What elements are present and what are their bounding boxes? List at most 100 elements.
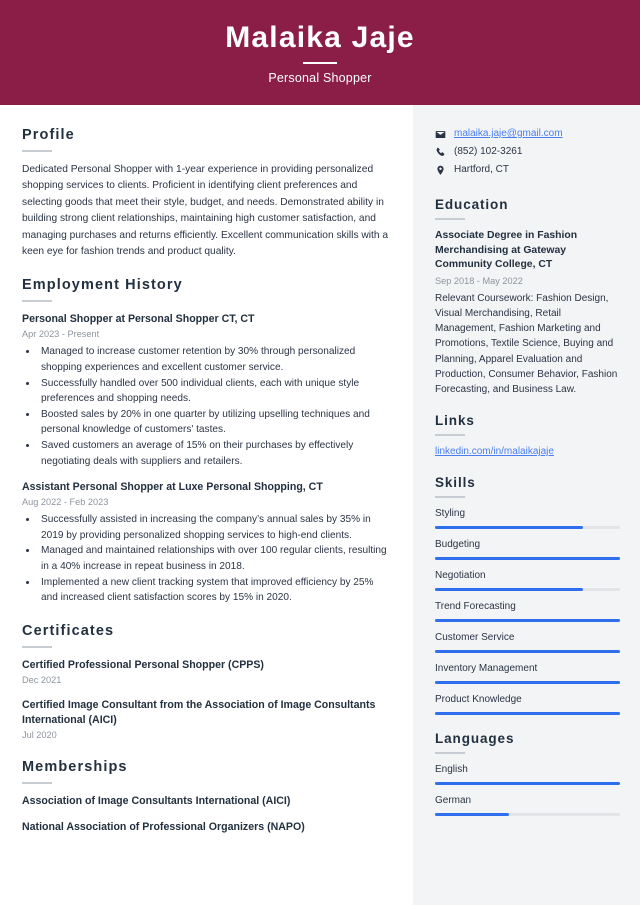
header-divider — [303, 61, 337, 64]
sidebar-column: malaika.jaje@gmail.com (852) 102-3261 Hart… — [413, 105, 640, 905]
contact-link[interactable]: malaika.jaje@gmail.com — [454, 127, 563, 141]
certificates-heading: Certificates — [22, 622, 115, 639]
heading-underline — [435, 434, 465, 437]
skill-track — [435, 557, 620, 561]
skill-label: Budgeting — [435, 539, 481, 551]
skills-list: Styling Budgeting Negotiation Trend Forecas… — [435, 507, 620, 716]
skill-item: Styling — [435, 507, 620, 530]
skill-fill — [435, 588, 583, 592]
phone-icon — [435, 147, 446, 158]
job-bullet: Managed to increase customer retention b… — [38, 344, 391, 375]
job-bullet: Boosted sales by 20% in one quarter by u… — [38, 407, 391, 438]
contact-list: malaika.jaje@gmail.com (852) 102-3261 Hart… — [435, 127, 620, 177]
profile-link[interactable]: linkedin.com/in/malaikajaje — [435, 445, 620, 459]
languages-list: English German — [435, 763, 620, 817]
skill-track — [435, 650, 620, 654]
contact-row: (852) 102-3261 — [435, 145, 620, 159]
skill-label: Customer Service — [435, 632, 515, 644]
skill-fill — [435, 557, 620, 561]
resume-page: Malaika Jaje Personal Shopper Profile De… — [0, 0, 640, 905]
heading-underline — [22, 645, 52, 648]
skill-fill — [435, 526, 583, 530]
job-bullet: Saved customers an average of 15% on the… — [38, 438, 391, 469]
language-label: German — [435, 795, 472, 807]
skill-fill — [435, 619, 620, 623]
contact-row: Hartford, CT — [435, 163, 620, 177]
language-fill — [435, 782, 620, 786]
language-track — [435, 813, 620, 817]
job-bullet: Successfully assisted in increasing the … — [38, 512, 391, 543]
contact-text: Hartford, CT — [454, 164, 510, 175]
candidate-role: Personal Shopper — [268, 70, 372, 85]
heading-underline — [435, 218, 465, 220]
language-fill — [435, 813, 509, 817]
links-section: Links linkedin.com/in/malaikajaje — [435, 413, 620, 459]
location-pin-icon — [435, 165, 446, 176]
job-bullets: Managed to increase customer retention b… — [38, 344, 391, 469]
links-heading: Links — [435, 413, 475, 429]
heading-underline — [22, 150, 52, 152]
certificates-section: Certificates Certified Professional Pers… — [22, 623, 391, 742]
skill-label: Inventory Management — [435, 663, 538, 675]
skills-section: Skills Styling Budgeting Negotiation Trend … — [435, 475, 620, 716]
education-heading: Education — [435, 197, 509, 212]
memberships-section: Memberships Association of Image Consult… — [22, 759, 391, 835]
skill-item: Budgeting — [435, 538, 620, 561]
languages-heading: Languages — [435, 731, 515, 747]
membership-title: Association of Image Consultants Interna… — [22, 794, 291, 807]
skill-fill — [435, 712, 620, 716]
contact-text: (852) 102-3261 — [454, 146, 523, 157]
skill-track — [435, 681, 620, 685]
education-section: Education Associate Degree in Fashion Me… — [435, 197, 620, 397]
job-date: Aug 2022 - Feb 2023 — [22, 497, 109, 508]
skill-fill — [435, 681, 620, 685]
job-title: Assistant Personal Shopper at Luxe Perso… — [22, 481, 323, 494]
degree-description: Relevant Coursework: Fashion Design, Vis… — [435, 292, 618, 395]
skill-track — [435, 526, 620, 530]
heading-underline — [435, 752, 465, 755]
job-title: Personal Shopper at Personal Shopper CT,… — [22, 313, 255, 326]
resume-body: Profile Dedicated Personal Shopper with … — [0, 105, 640, 905]
job-bullet: Managed and maintained relationships wit… — [38, 543, 391, 574]
skill-item: Negotiation — [435, 569, 620, 592]
membership-entry: National Association of Professional Org… — [22, 820, 391, 835]
certificate-title: Certified Image Consultant from the Asso… — [22, 698, 376, 726]
skill-item: Customer Service — [435, 631, 620, 654]
employment-entry: Assistant Personal Shopper at Luxe Perso… — [22, 480, 391, 606]
language-item: English — [435, 763, 620, 786]
skill-item: Inventory Management — [435, 662, 620, 685]
contact-row: malaika.jaje@gmail.com — [435, 127, 620, 141]
skill-label: Trend Forecasting — [435, 601, 516, 613]
profile-text: Dedicated Personal Shopper with 1-year e… — [22, 164, 388, 258]
employment-section: Employment History Personal Shopper at P… — [22, 277, 391, 605]
language-item: German — [435, 794, 620, 817]
skill-fill — [435, 650, 620, 654]
heading-underline — [22, 781, 52, 784]
membership-entry: Association of Image Consultants Interna… — [22, 794, 391, 809]
language-track — [435, 782, 620, 786]
skill-item: Product Knowledge — [435, 693, 620, 716]
memberships-list: Association of Image Consultants Interna… — [22, 794, 391, 835]
employment-entry: Personal Shopper at Personal Shopper CT,… — [22, 312, 391, 469]
profile-section: Profile Dedicated Personal Shopper with … — [22, 127, 391, 260]
certificate-title: Certified Professional Personal Shopper … — [22, 658, 264, 671]
degree-title: Associate Degree in Fashion Merchandisin… — [435, 230, 578, 271]
profile-heading: Profile — [22, 127, 75, 143]
certificate-entry: Certified Image Consultant from the Asso… — [22, 698, 391, 742]
education-list: Associate Degree in Fashion Merchandisin… — [435, 229, 620, 397]
membership-title: National Association of Professional Org… — [22, 820, 305, 833]
skills-heading: Skills — [435, 475, 476, 491]
links-list: linkedin.com/in/malaikajaje — [435, 445, 620, 459]
employment-list: Personal Shopper at Personal Shopper CT,… — [22, 312, 391, 605]
skill-track — [435, 712, 620, 716]
education-entry: Associate Degree in Fashion Merchandisin… — [435, 229, 620, 397]
employment-heading: Employment History — [22, 277, 183, 294]
heading-underline — [22, 300, 52, 303]
skill-label: Styling — [435, 508, 466, 520]
memberships-heading: Memberships — [22, 758, 128, 775]
certificate-date: Dec 2021 — [22, 674, 62, 685]
main-column: Profile Dedicated Personal Shopper with … — [0, 105, 413, 905]
certificate-date: Jul 2020 — [22, 729, 57, 740]
candidate-name: Malaika Jaje — [225, 20, 415, 54]
skill-track — [435, 619, 620, 623]
